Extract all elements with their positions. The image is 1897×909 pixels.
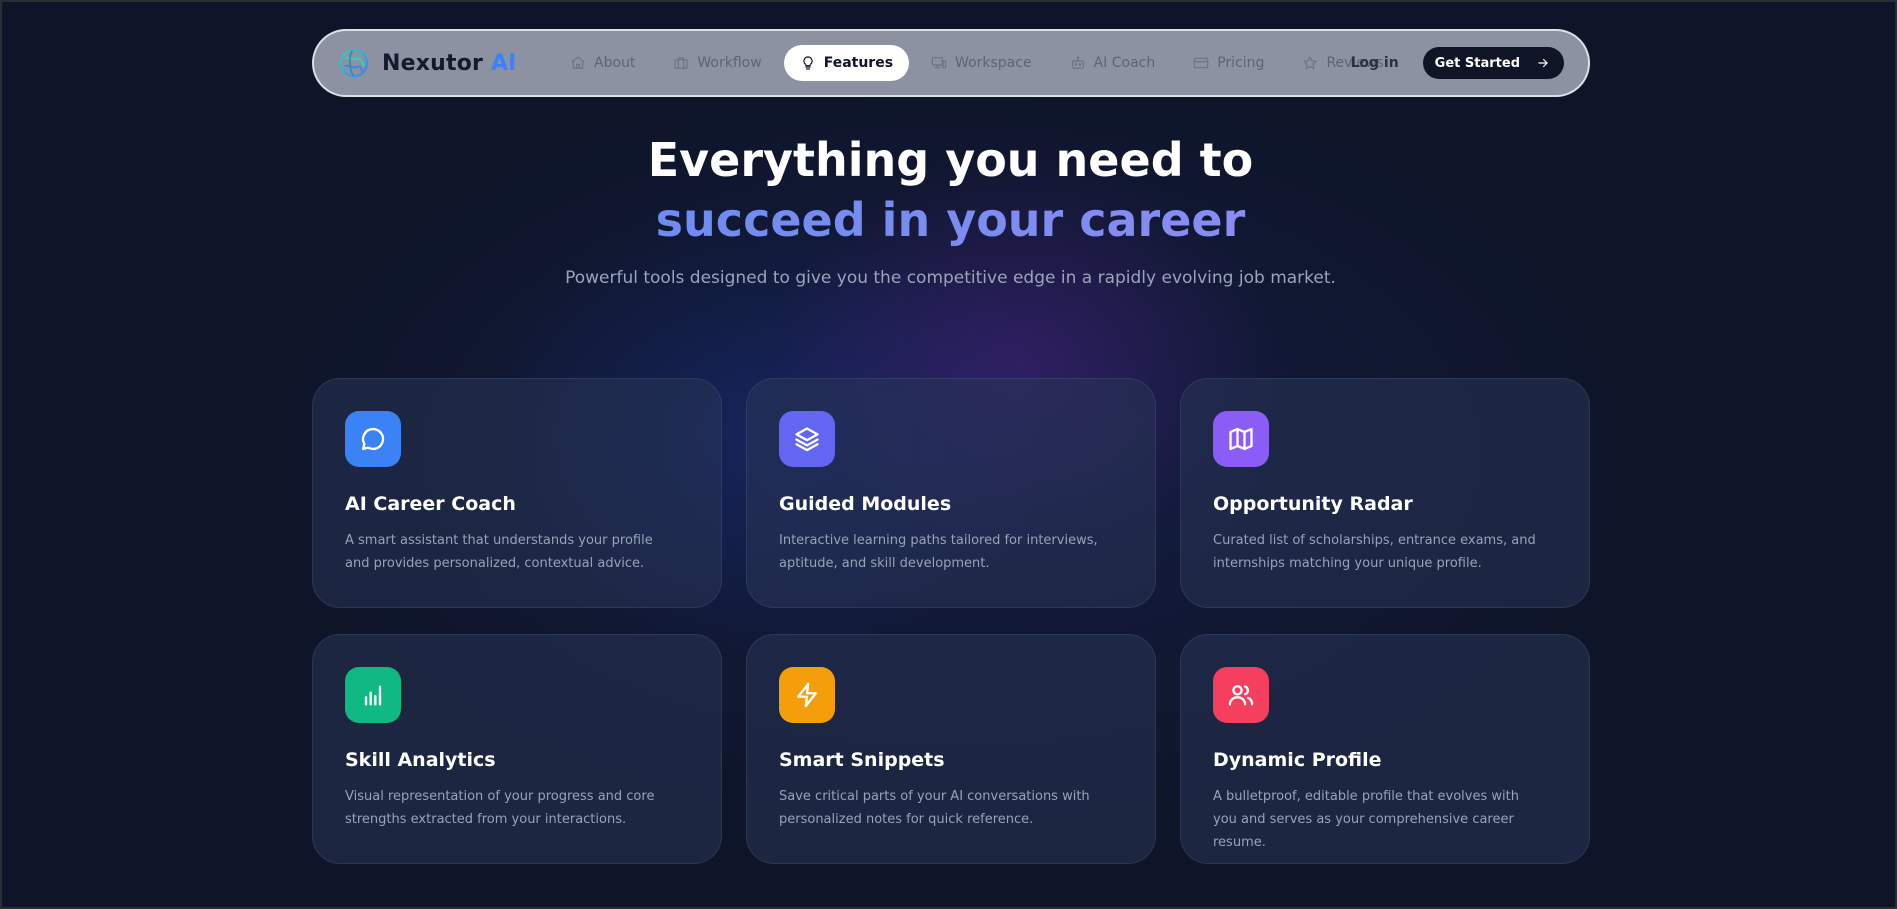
feature-title: AI Career Coach: [345, 493, 516, 515]
feature-title: Opportunity Radar: [1213, 493, 1413, 515]
feature-card-smart-snippets: Smart Snippets Save critical parts of yo…: [746, 634, 1156, 864]
home-icon: [571, 56, 585, 69]
lightning-icon: [797, 682, 817, 708]
nav-item-label: Features: [823, 55, 894, 71]
layers-icon: [795, 427, 819, 452]
nav-item-features[interactable]: Features: [783, 45, 910, 81]
feature-title: Skill Analytics: [345, 749, 496, 771]
hero-title-line1: Everything you need to: [647, 133, 1254, 187]
feature-description: Curated list of scholarships, entrance e…: [1213, 533, 1536, 571]
brand[interactable]: Nexutor AI: [338, 47, 517, 79]
feature-icon-tile: [779, 667, 835, 723]
robot-icon: [1071, 56, 1084, 69]
nav-item-label: Workflow: [697, 55, 762, 71]
feature-card-guided-modules: Guided Modules Interactive learning path…: [746, 378, 1156, 608]
monitor-icon: [931, 57, 947, 69]
nav-item-pricing[interactable]: Pricing: [1177, 45, 1280, 81]
users-icon: [1228, 685, 1254, 706]
features-grid: AI Career Coach A smart assistant that u…: [312, 378, 1590, 864]
nav-menu: About Workflow Features Workspace AI Coa…: [554, 45, 1406, 81]
hero-section: Everything you need to succeed in your c…: [2, 130, 1895, 288]
credit-card-icon: [1193, 57, 1209, 69]
feature-icon-tile: [1213, 667, 1269, 723]
nav-item-label: Workspace: [955, 55, 1032, 71]
bar-chart-icon: [364, 685, 382, 706]
hero-title: Everything you need to succeed in your c…: [2, 130, 1895, 250]
nav-item-label: About: [594, 55, 636, 71]
get-started-button[interactable]: Get Started: [1422, 47, 1564, 79]
nav-actions: Log in Get Started: [1350, 47, 1564, 79]
nav-item-about[interactable]: About: [554, 45, 651, 81]
brand-name: Nexutor AI: [382, 51, 517, 76]
feature-icon-tile: [345, 411, 401, 467]
hero-title-line2: succeed in your career: [2, 190, 1895, 250]
get-started-label: Get Started: [1434, 55, 1520, 71]
nav-item-label: AI Coach: [1093, 55, 1156, 71]
nav-item-label: Pricing: [1217, 55, 1265, 71]
feature-card-dynamic-profile: Dynamic Profile A bulletproof, editable …: [1180, 634, 1590, 864]
feature-description: A smart assistant that understands your …: [345, 533, 653, 571]
feature-description: A bulletproof, editable profile that evo…: [1213, 789, 1519, 850]
feature-card-ai-career-coach: AI Career Coach A smart assistant that u…: [312, 378, 722, 608]
feature-description: Save critical parts of your AI conversat…: [779, 789, 1090, 827]
top-navbar: Nexutor AI About Workflow Features Works…: [312, 29, 1590, 97]
map-icon: [1229, 427, 1253, 451]
nav-item-workflow[interactable]: Workflow: [657, 45, 777, 81]
feature-icon-tile: [345, 667, 401, 723]
nav-item-workspace[interactable]: Workspace: [915, 45, 1048, 81]
brand-name-accent: AI: [490, 50, 517, 76]
login-link[interactable]: Log in: [1350, 55, 1398, 71]
star-icon: [1303, 56, 1318, 70]
hero-subtitle: Powerful tools designed to give you the …: [565, 268, 1336, 288]
feature-icon-tile: [779, 411, 835, 467]
feature-title: Smart Snippets: [779, 749, 945, 771]
briefcase-icon: [674, 57, 689, 69]
lightbulb-icon: [803, 56, 813, 70]
feature-icon-tile: [1213, 411, 1269, 467]
chat-bubble-icon: [361, 427, 385, 451]
page: Nexutor AI About Workflow Features Works…: [0, 0, 1897, 909]
globe-brain-logo-icon: [339, 48, 369, 78]
brand-name-main: Nexutor: [382, 50, 491, 76]
arrow-right-icon: [1538, 58, 1548, 68]
feature-title: Guided Modules: [779, 493, 952, 515]
feature-description: Interactive learning paths tailored for …: [779, 533, 1098, 571]
nav-item-ai-coach[interactable]: AI Coach: [1054, 45, 1172, 81]
feature-card-opportunity-radar: Opportunity Radar Curated list of schola…: [1180, 378, 1590, 608]
feature-description: Visual representation of your progress a…: [345, 789, 655, 827]
feature-title: Dynamic Profile: [1213, 749, 1382, 771]
feature-card-skill-analytics: Skill Analytics Visual representation of…: [312, 634, 722, 864]
